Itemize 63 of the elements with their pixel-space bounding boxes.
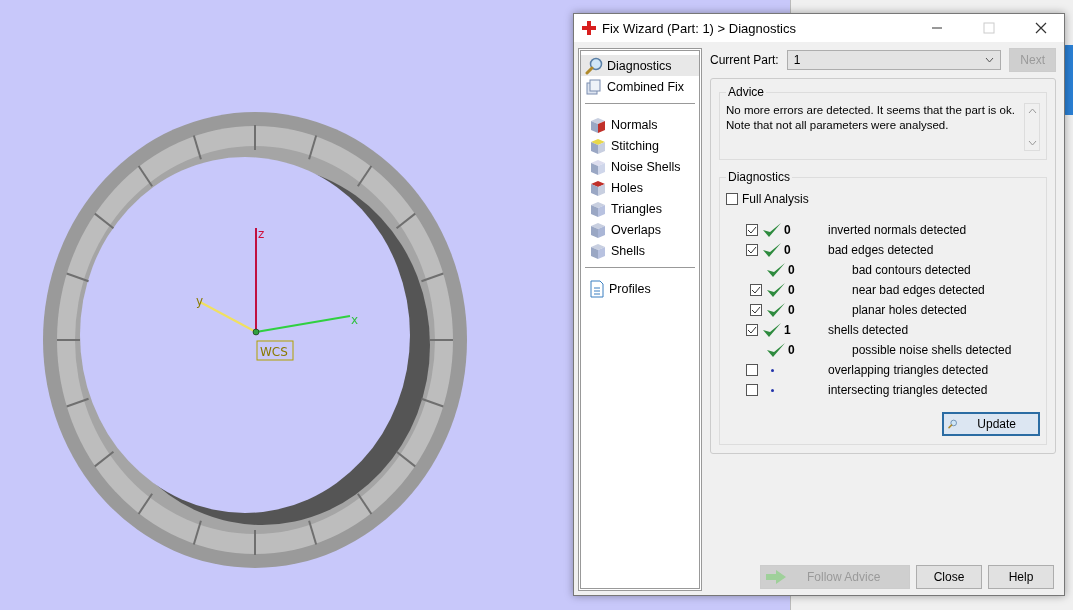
cross-icon: [582, 21, 596, 35]
dialog-button[interactable]: Help: [988, 565, 1054, 589]
nav-item[interactable]: Triangles: [585, 198, 695, 219]
nav-item[interactable]: Normals: [585, 114, 695, 135]
update-button[interactable]: Update: [942, 412, 1040, 436]
dialog-button[interactable]: Close: [916, 565, 982, 589]
check-label: possible noise shells detected: [852, 343, 1012, 357]
nav-item[interactable]: Overlaps: [585, 219, 695, 240]
nav-item[interactable]: Noise Shells: [585, 156, 695, 177]
checkbox[interactable]: [746, 244, 758, 256]
check-label: planar holes detected: [852, 303, 967, 317]
cube-icon: [589, 220, 607, 239]
check-label: inverted normals detected: [828, 223, 967, 237]
cube-icon: [589, 157, 607, 176]
window-title: Fix Wizard (Part: 1) > Diagnostics: [602, 20, 797, 36]
origin-label: WCS: [256, 340, 294, 361]
cube-icon: [589, 136, 607, 155]
magnifier-icon: [585, 56, 603, 75]
close-icon: [1035, 22, 1047, 34]
checkbox[interactable]: [726, 193, 738, 205]
maximize-icon: [983, 22, 995, 34]
check-label: shells detected: [828, 323, 909, 337]
count: 0: [783, 223, 792, 237]
check-label: overlapping triangles detected: [828, 363, 989, 377]
chevron-icon: [985, 57, 995, 63]
pages-icon: [585, 77, 603, 96]
checkbox[interactable]: [746, 364, 758, 376]
check-label: bad contours detected: [852, 263, 971, 277]
count: 0: [783, 243, 792, 257]
cube-icon: [589, 115, 607, 134]
nav-item[interactable]: Profiles: [585, 278, 695, 299]
field-label: Current Part:: [710, 53, 779, 67]
count: 0: [787, 343, 796, 357]
nav-item[interactable]: Shells: [585, 240, 695, 261]
check-label: bad edges detected: [828, 243, 934, 257]
group-title: Diagnostics: [727, 170, 792, 184]
document-icon: [589, 279, 605, 298]
advice-text: No more errors are detected. It seems that the part is ok. Note that not all parameters were analysed.: [726, 103, 1016, 133]
group-title: Advice: [727, 85, 766, 99]
checkbox[interactable]: [750, 284, 762, 296]
count: 0: [787, 283, 796, 297]
arrow-icon: [765, 570, 787, 584]
cube-icon: [589, 241, 607, 260]
checkbox-label: Full Analysis: [742, 192, 809, 206]
count: 1: [783, 323, 792, 337]
check-label: intersecting triangles detected: [828, 383, 988, 397]
cube-icon: [589, 199, 607, 218]
count: 0: [787, 263, 796, 277]
count: 0: [787, 303, 796, 317]
axis-label: z: [258, 227, 265, 241]
checkbox[interactable]: [750, 304, 762, 316]
part-dropdown[interactable]: 1: [786, 50, 1002, 70]
check-label: near bad edges detected: [852, 283, 985, 297]
checkbox[interactable]: [746, 324, 758, 336]
axis-label: x: [351, 313, 359, 327]
nav-item[interactable]: Combined Fix: [581, 76, 699, 97]
nav-item[interactable]: Holes: [585, 177, 695, 198]
checkbox[interactable]: [746, 384, 758, 396]
cube-icon: [589, 178, 607, 197]
axis-label: y: [196, 294, 204, 308]
checkbox[interactable]: [746, 224, 758, 236]
nav-item[interactable]: Stitching: [585, 135, 695, 156]
nav-item[interactable]: Diagnostics: [581, 55, 699, 76]
